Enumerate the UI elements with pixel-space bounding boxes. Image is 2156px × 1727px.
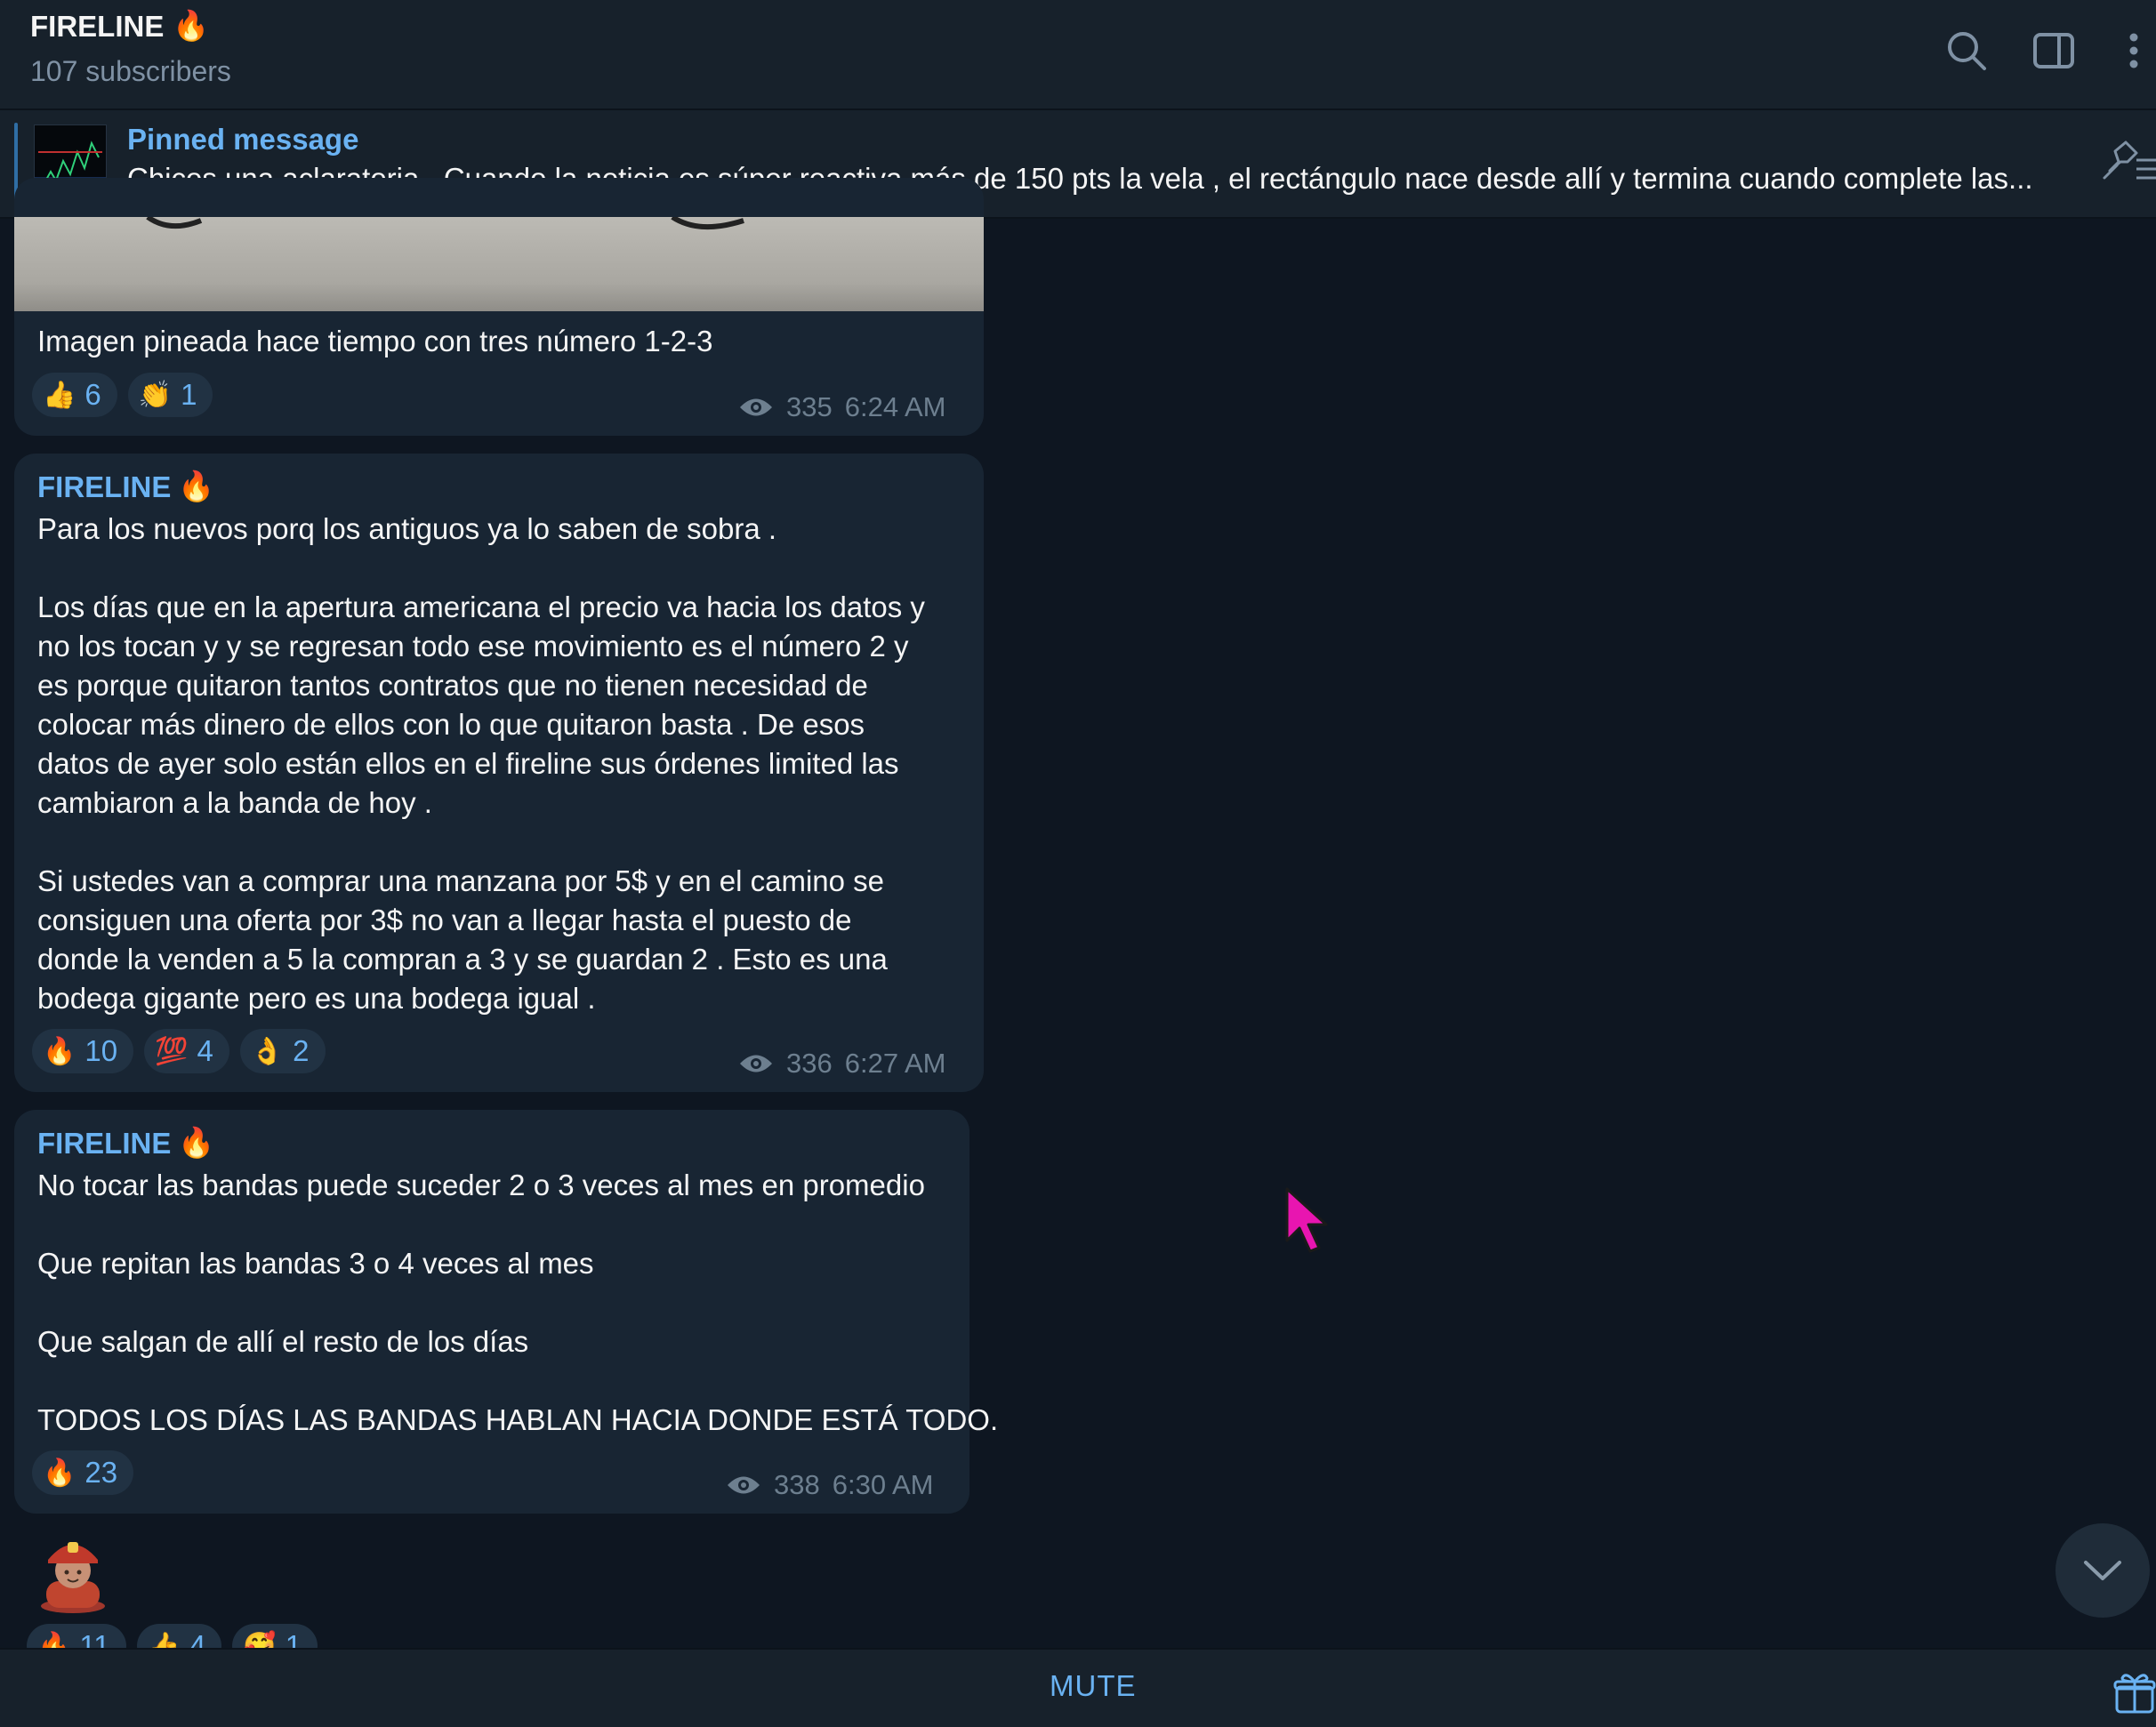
view-count: 338 <box>774 1469 820 1500</box>
reaction-clap[interactable]: 👏 1 <box>127 373 213 417</box>
reaction-fire[interactable]: 🔥 10 <box>32 1029 134 1073</box>
message-text: Para los nuevos porq los antiguos ya lo … <box>37 512 925 1015</box>
chevron-down-icon <box>2084 1561 2121 1580</box>
message-time: 6:30 AM <box>832 1469 934 1500</box>
chat-header[interactable]: FIRELINE 🔥 107 subscribers <box>0 0 2156 110</box>
fire-emoji: 🔥 <box>173 9 210 42</box>
message-photo[interactable] <box>14 217 984 311</box>
chat-footer: MUTE <box>0 1648 2156 1727</box>
message-meta: 336 6:27 AM <box>738 1048 945 1080</box>
reaction-list: 🔥 10 💯 4 👌 2 <box>32 1029 326 1073</box>
mute-button[interactable]: MUTE <box>1050 1669 1137 1703</box>
scroll-to-bottom-button[interactable] <box>2055 1523 2150 1618</box>
message-time: 6:27 AM <box>844 1048 946 1079</box>
message-text: No tocar las bandas puede suceder 2 o 3 … <box>37 1169 999 1436</box>
mouse-cursor <box>1285 1187 1328 1253</box>
message-text: Imagen pineada hace tiempo con tres núme… <box>37 325 713 357</box>
channel-name: FIRELINE <box>30 9 165 43</box>
views-icon <box>740 398 772 416</box>
sidebar-toggle-icon[interactable] <box>2030 27 2078 75</box>
message-meta: 335 6:24 AM <box>738 391 945 423</box>
fire-emoji: 🔥 <box>178 1126 215 1159</box>
message-meta: 338 6:30 AM <box>726 1469 933 1501</box>
author-name: FIRELINE <box>37 1126 172 1160</box>
fire-emoji: 🔥 <box>178 470 215 502</box>
firefighter-sticker[interactable] <box>30 1528 116 1613</box>
view-count: 335 <box>786 391 833 422</box>
gift-icon[interactable] <box>2113 1671 2156 1714</box>
reaction-thumbs-up[interactable]: 👍 6 <box>32 373 117 417</box>
message-time: 6:24 AM <box>844 391 946 422</box>
reaction-fire[interactable]: 🔥 23 <box>32 1450 134 1495</box>
message-author[interactable]: FIRELINE 🔥 <box>37 470 214 504</box>
subscriber-count: 107 subscribers <box>30 55 231 87</box>
more-options-icon[interactable] <box>2112 27 2156 75</box>
views-icon <box>740 1055 772 1072</box>
author-name: FIRELINE <box>37 470 172 503</box>
pinned-label: Pinned message <box>127 123 359 156</box>
reaction-list: 👍 6 👏 1 <box>32 373 213 417</box>
view-count: 336 <box>786 1048 833 1079</box>
reaction-list: 🔥 23 <box>32 1450 134 1495</box>
reaction-ok-hand[interactable]: 👌 2 <box>239 1029 326 1073</box>
channel-title[interactable]: FIRELINE 🔥 <box>30 9 209 44</box>
reaction-hundred[interactable]: 💯 4 <box>144 1029 229 1073</box>
pinned-list-icon[interactable] <box>2099 137 2156 190</box>
views-icon <box>728 1476 760 1494</box>
message-author[interactable]: FIRELINE 🔥 <box>37 1126 214 1161</box>
search-icon[interactable] <box>1943 27 1991 75</box>
